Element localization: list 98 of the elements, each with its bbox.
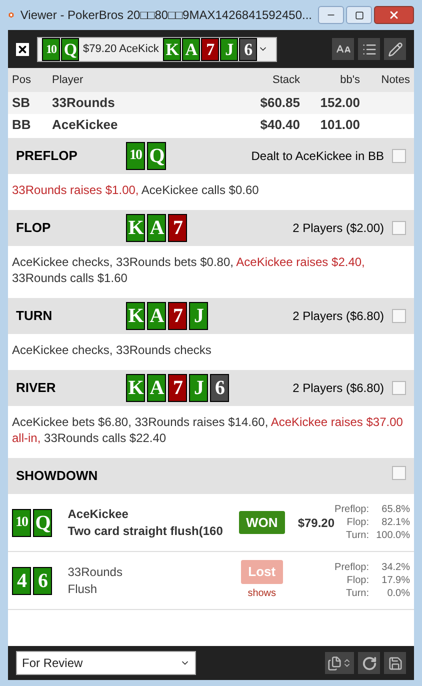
player-name: 33Rounds [68, 564, 124, 580]
save-button[interactable] [384, 652, 406, 674]
notes-checkbox[interactable] [392, 221, 406, 235]
column-header: Player [52, 72, 84, 88]
playing-card: J [189, 374, 208, 402]
close-button[interactable] [374, 6, 414, 24]
equity-value: 82.1% [380, 516, 410, 529]
notes-checkbox[interactable] [392, 149, 406, 163]
equity-value: 65.8% [380, 503, 410, 516]
list-button[interactable] [358, 38, 380, 60]
playing-card: A [147, 374, 166, 402]
street-name: PREFLOP [16, 147, 78, 166]
refresh-icon [362, 656, 376, 670]
playing-card: 6 [33, 566, 52, 594]
edit-button[interactable] [384, 38, 406, 60]
result-badge: Lost [241, 560, 283, 584]
street-name: TURN [16, 307, 54, 326]
playing-card: 7 [168, 214, 187, 242]
notes-checkbox[interactable] [392, 309, 406, 323]
street-name: RIVER [16, 379, 57, 398]
table-cell-text: 33Rounds [52, 94, 116, 112]
playing-card: J [220, 38, 238, 60]
player-name: AceKickee [68, 506, 130, 522]
close-hand-button[interactable] [16, 42, 29, 56]
hand-description: Two card straight flush(160 [68, 522, 224, 540]
table-cell-text: BB [12, 116, 32, 134]
playing-card: A [182, 38, 200, 60]
list-icon [362, 42, 376, 56]
equity-value: 17.9% [380, 574, 410, 587]
table-cell-text: SB [12, 94, 32, 112]
action-log: AceKickee checks, 33Rounds checks [11, 342, 212, 359]
refresh-button[interactable] [358, 652, 380, 674]
filter-dropdown[interactable]: For Review [16, 651, 196, 675]
shows-label: shows [248, 586, 276, 601]
table-cell-text: 152.00 [319, 94, 360, 112]
playing-card: Q [33, 508, 52, 536]
equity-value: 34.2% [380, 561, 410, 574]
playing-card: 7 [200, 38, 219, 60]
street-summary: 2 Players ($6.80) [292, 308, 384, 325]
result-badge: WON [238, 510, 285, 534]
equity-label: Turn: [345, 587, 369, 600]
table-cell-text: 101.00 [319, 116, 360, 134]
equity-value: 100.0% [375, 529, 410, 542]
close-icon [17, 44, 28, 54]
playing-card: K [126, 302, 145, 330]
column-header: Notes [380, 72, 410, 88]
street-summary: 2 Players ($6.80) [292, 380, 384, 397]
playing-card: J [189, 302, 208, 330]
playing-card: 7 [168, 302, 187, 330]
playing-card: 10 [12, 508, 31, 536]
window-title: Viewer - PokerBros 20□□80□□9MAX1426841592450... [20, 7, 312, 24]
equity-value: 0.0% [386, 587, 410, 600]
playing-card: 6 [238, 38, 257, 60]
playing-card: 10 [42, 38, 60, 60]
street-name: SHOWDOWN [16, 467, 98, 486]
copy-icon [327, 656, 342, 670]
save-icon [388, 656, 402, 670]
column-header: Pos [12, 72, 32, 88]
street-summary: Dealt to AceKickee in BB [251, 148, 384, 165]
playing-card: Q [147, 142, 166, 170]
street-summary: 2 Players ($2.00) [292, 220, 384, 237]
action-log: AceKickee bets $6.80, 33Rounds raises $14.60, AceKickee raises $37.00 all-in, 33Rounds calls $22.40 [11, 414, 404, 447]
close-icon [388, 9, 400, 21]
hand-label: $79.20 AceKick [83, 42, 159, 57]
playing-card: K [126, 214, 145, 242]
action-log: 33Rounds raises $1.00, AceKickee calls $0.60 [11, 182, 260, 199]
playing-card: K [126, 374, 145, 402]
column-header: Stack [271, 72, 300, 88]
hand-selector[interactable]: 10 Q $79.20 AceKick K A 7 J 6 [37, 36, 277, 62]
hand-description: Flush [68, 580, 98, 598]
maximize-button[interactable] [346, 6, 372, 24]
maximize-icon [354, 10, 364, 20]
column-header: bb's [339, 72, 360, 88]
playing-card: A [147, 214, 166, 242]
equity-label: Flop: [346, 574, 369, 587]
equity-label: Turn: [345, 529, 369, 542]
playing-card: 4 [12, 566, 31, 594]
up-down-icon [342, 658, 352, 668]
won-amount: $79.20 [296, 514, 335, 532]
playing-card: Q [61, 38, 79, 60]
font-size-button[interactable] [332, 38, 354, 60]
street-name: FLOP [16, 219, 52, 238]
playing-card: 7 [168, 374, 187, 402]
notes-checkbox[interactable] [392, 466, 406, 480]
playing-card: 10 [126, 142, 145, 170]
equity-label: Flop: [346, 516, 369, 529]
table-cell-text: AceKickee [52, 116, 119, 134]
pencil-icon [388, 42, 402, 56]
action-log: AceKickee checks, 33Rounds bets $0.80, AceKickee raises $2.40, 33Rounds calls $1.60 [11, 254, 366, 287]
playing-card: A [147, 302, 166, 330]
playing-card: 6 [210, 374, 229, 402]
equity-label: Preflop: [334, 561, 369, 574]
copy-button[interactable] [325, 652, 354, 674]
playing-card: K [162, 38, 181, 60]
table-cell-text: $60.85 [259, 94, 300, 112]
equity-label: Preflop: [334, 503, 369, 516]
notes-checkbox[interactable] [392, 381, 406, 395]
table-cell-text: $40.40 [259, 116, 300, 134]
